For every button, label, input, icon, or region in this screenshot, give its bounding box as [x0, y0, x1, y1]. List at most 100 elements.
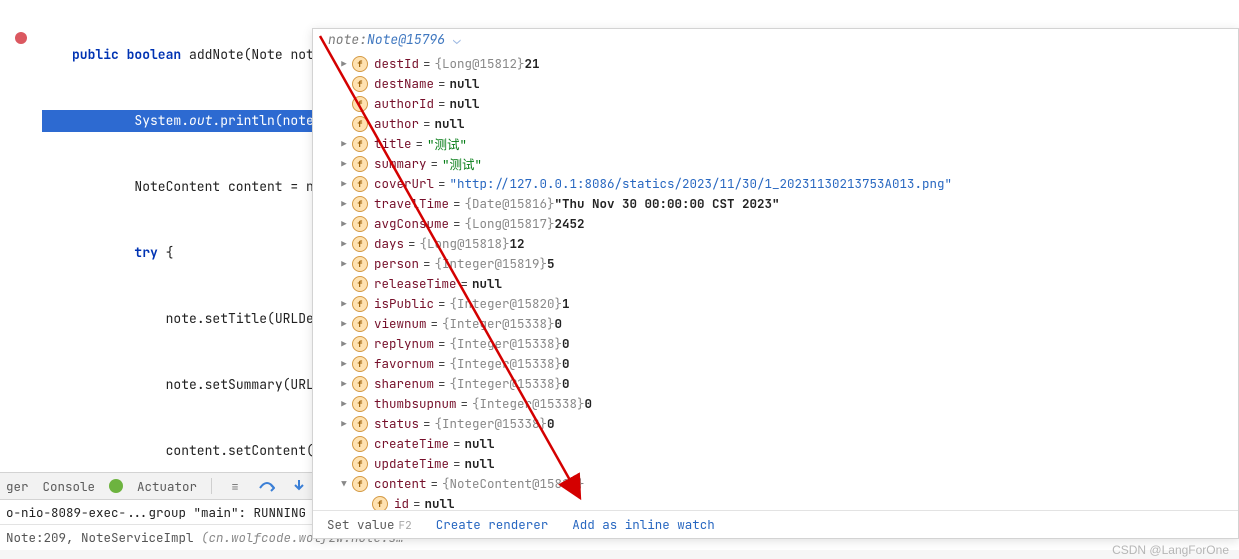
expand-icon[interactable]: ▶ [339, 178, 349, 190]
field-icon: f [352, 476, 368, 492]
variable-name: thumbsupnum [374, 395, 457, 412]
field-icon: f [352, 416, 368, 432]
variable-value: 0 [585, 395, 593, 412]
variable-row[interactable]: ▶fdays= {Long@15818} 12 [313, 234, 1238, 254]
variable-value: "测试" [427, 134, 467, 153]
variable-name: destName [374, 75, 434, 92]
variable-type: {Integer@15819} [435, 255, 548, 272]
expand-icon[interactable]: ▶ [339, 418, 349, 430]
variable-row[interactable]: fauthor= null [313, 114, 1238, 134]
step-into-icon[interactable] [290, 477, 308, 495]
variable-row[interactable]: fupdateTime= null [313, 454, 1238, 474]
debug-variables-popup[interactable]: note: Note@15796 ⌄ ▶fdestId= {Long@15812… [312, 28, 1239, 539]
field-icon: f [352, 316, 368, 332]
expand-icon[interactable]: ▶ [339, 298, 349, 310]
variable-row[interactable]: ▼fcontent= {NoteContent@15811} [313, 474, 1238, 494]
expand-icon[interactable]: ▶ [339, 378, 349, 390]
expand-icon[interactable]: ▶ [339, 358, 349, 370]
breakpoint-icon[interactable] [15, 32, 27, 44]
variable-value: 0 [562, 355, 570, 372]
variable-name: updateTime [374, 455, 449, 472]
variable-value: 0 [562, 375, 570, 392]
field-icon: f [372, 496, 388, 510]
expand-icon[interactable]: ▶ [339, 258, 349, 270]
variable-name: person [374, 255, 419, 272]
separator [211, 478, 212, 494]
chevron-down-icon[interactable]: ⌄ [453, 31, 461, 48]
variable-name: id [394, 495, 409, 510]
thread-name[interactable]: o-nio-8089-exec-...group "main": RUNNING [6, 504, 306, 521]
expand-icon[interactable]: ▶ [339, 158, 349, 170]
popup-footer: Set valueF2 Create renderer Add as inlin… [313, 510, 1238, 538]
field-icon: f [352, 336, 368, 352]
variable-type: {Integer@15338} [442, 315, 555, 332]
variable-value: null [450, 75, 480, 92]
expand-icon[interactable]: ▶ [339, 338, 349, 350]
variable-value: null [465, 455, 495, 472]
popup-header-label: note: [328, 31, 367, 48]
variable-row[interactable]: ▶ftitle= "测试" [313, 134, 1238, 154]
expand-icon[interactable]: ▶ [339, 398, 349, 410]
variable-row[interactable]: freleaseTime= null [313, 274, 1238, 294]
variable-row[interactable]: fauthorId= null [313, 94, 1238, 114]
variable-row[interactable]: ▶fsharenum= {Integer@15338} 0 [313, 374, 1238, 394]
variable-name: sharenum [374, 375, 434, 392]
variable-name: summary [374, 155, 427, 172]
variable-row[interactable]: ▶freplynum= {Integer@15338} 0 [313, 334, 1238, 354]
expand-icon[interactable]: ▶ [339, 318, 349, 330]
variable-row[interactable]: ▶fcoverUrl= "http://127.0.0.1:8086/stati… [313, 174, 1238, 194]
variable-name: status [374, 415, 419, 432]
variable-type: {NoteContent@15811} [442, 475, 585, 492]
tab-console[interactable]: Console [43, 478, 96, 495]
variable-name: title [374, 135, 412, 152]
variable-value: "测试" [442, 154, 482, 173]
variable-value: 1 [562, 295, 570, 312]
set-value-action[interactable]: Set valueF2 [327, 516, 412, 533]
variable-value: 0 [555, 315, 563, 332]
variable-name: releaseTime [374, 275, 457, 292]
variable-row[interactable]: ▶fsummary= "测试" [313, 154, 1238, 174]
add-inline-watch-action[interactable]: Add as inline watch [572, 516, 715, 533]
field-icon: f [352, 396, 368, 412]
variable-row[interactable]: ▶ftravelTime= {Date@15816} "Thu Nov 30 0… [313, 194, 1238, 214]
variable-name: viewnum [374, 315, 427, 332]
expand-icon[interactable]: ▶ [339, 218, 349, 230]
frame-location: Note:209, NoteServiceImpl [6, 529, 201, 546]
variable-row[interactable]: ▶fstatus= {Integer@15338} 0 [313, 414, 1238, 434]
variable-row[interactable]: ▶fisPublic= {Integer@15820} 1 [313, 294, 1238, 314]
variable-row[interactable]: ▶fthumbsupnum= {Integer@15338} 0 [313, 394, 1238, 414]
field-icon: f [352, 456, 368, 472]
variable-name: favornum [374, 355, 434, 372]
spring-icon [109, 479, 123, 493]
expand-icon[interactable]: ▶ [339, 138, 349, 150]
expand-icon[interactable]: ▶ [339, 198, 349, 210]
variable-row[interactable]: fdestName= null [313, 74, 1238, 94]
create-renderer-action[interactable]: Create renderer [436, 516, 549, 533]
variable-row[interactable]: fcreateTime= null [313, 434, 1238, 454]
step-over-icon[interactable] [258, 477, 276, 495]
variable-value: null [435, 115, 465, 132]
variable-value: 21 [525, 55, 540, 72]
variable-row[interactable]: ▶fperson= {Integer@15819} 5 [313, 254, 1238, 274]
expand-icon[interactable]: ▶ [339, 58, 349, 70]
field-icon: f [352, 236, 368, 252]
field-icon: f [352, 176, 368, 192]
restart-frame-icon[interactable]: ≡ [226, 477, 244, 495]
tab-actuator[interactable]: Actuator [137, 478, 197, 495]
expand-icon[interactable]: ▼ [339, 478, 349, 490]
editor-gutter[interactable] [0, 0, 42, 445]
variable-row[interactable]: ▶fdestId= {Long@15812} 21 [313, 54, 1238, 74]
field-icon: f [352, 216, 368, 232]
field-icon: f [352, 116, 368, 132]
expand-icon[interactable]: ▶ [339, 238, 349, 250]
variable-row[interactable]: ▶ffavornum= {Integer@15338} 0 [313, 354, 1238, 374]
variable-row[interactable]: ▶favgConsume= {Long@15817} 2452 [313, 214, 1238, 234]
variable-name: content [374, 475, 427, 492]
variable-type: {Integer@15338} [450, 335, 563, 352]
variable-row[interactable]: ▶fviewnum= {Integer@15338} 0 [313, 314, 1238, 334]
tab-debugger[interactable]: ger [6, 478, 29, 495]
variables-tree[interactable]: ▶fdestId= {Long@15812} 21fdestName= null… [313, 50, 1238, 510]
field-icon: f [352, 156, 368, 172]
variable-type: {Long@15817} [465, 215, 555, 232]
variable-type: {Integer@15338} [450, 375, 563, 392]
